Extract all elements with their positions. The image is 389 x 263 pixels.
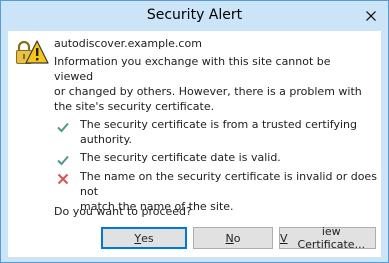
window-title: Security Alert — [146, 7, 243, 23]
check-line: authority. — [80, 133, 133, 146]
view-accelerator: V — [280, 231, 288, 245]
check-line: The security certificate is from a trust… — [80, 118, 357, 131]
close-button[interactable] — [360, 6, 382, 26]
check-line: The name on the security certificate is … — [80, 170, 377, 198]
info-line: Information you exchange with this site … — [54, 55, 331, 83]
info-line: or changed by others. However, there is … — [54, 85, 362, 98]
yes-accelerator: Y — [134, 231, 142, 245]
no-accelerator: N — [225, 231, 234, 245]
warning-lock-icon — [16, 40, 49, 64]
view-certificate-button[interactable]: View Certificate... — [279, 225, 376, 251]
proceed-question: Do you want to proceed? — [54, 205, 192, 218]
info-text: Information you exchange with this site … — [54, 54, 372, 114]
checkmark-icon — [57, 122, 69, 133]
host-name: autodiscover.example.com — [54, 37, 202, 50]
yes-label: es — [141, 231, 154, 245]
view-label: iew Certificate... — [297, 225, 366, 251]
dialog-body: autodiscover.example.com Information you… — [8, 31, 381, 257]
check-line: The security certificate date is valid. — [80, 151, 281, 164]
x-icon — [57, 173, 69, 185]
no-button[interactable]: No — [193, 227, 273, 249]
title-bar[interactable]: Security Alert — [1, 1, 388, 31]
checkmark-icon — [57, 155, 69, 166]
check-text-date-valid: The security certificate date is valid. — [80, 150, 375, 165]
security-alert-window: Security Alert autodiscover.example.com … — [0, 0, 389, 263]
no-label: o — [233, 231, 241, 245]
yes-button[interactable]: Yes — [101, 227, 187, 249]
check-text-certifying-authority: The security certificate is from a trust… — [80, 117, 375, 147]
info-line: the site's security certificate. — [54, 100, 215, 113]
close-icon — [366, 11, 376, 21]
